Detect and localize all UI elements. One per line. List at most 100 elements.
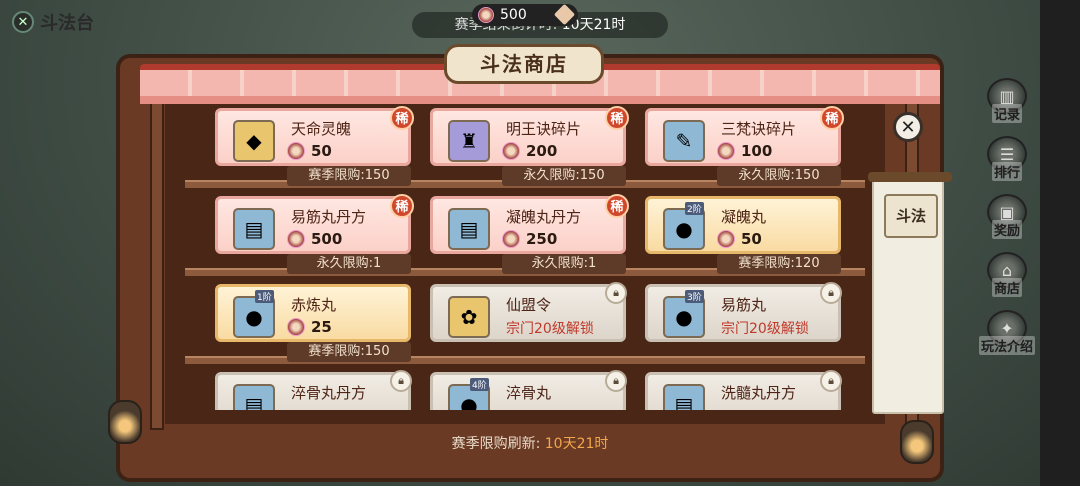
price-value: 50 [311, 142, 332, 160]
lock-icon: 🔒︎ [605, 370, 627, 392]
item-name: 淬骨丸丹方 [291, 384, 367, 402]
shop-item[interactable]: ● 3阶 易筋丸 宗门20级解锁 🔒︎ [645, 282, 842, 366]
currency-value: 500 [500, 7, 527, 23]
item-price: 200 [502, 142, 557, 160]
rare-badge: 稀 [605, 106, 629, 130]
grade-badge: 1阶 [255, 290, 274, 303]
price-value: 50 [741, 230, 762, 248]
item-price: 50 [717, 230, 762, 248]
recipe-scroll-icon: ▤ [233, 384, 275, 410]
purchase-limit: 永久限购:1 [502, 254, 626, 274]
statue-fragment-icon: ♜ [448, 120, 490, 162]
unlock-requirement: 宗门20级解锁 [506, 321, 594, 337]
menu-label: 玩法介绍 [978, 336, 1035, 355]
menu-label: 商店 [991, 278, 1022, 297]
rare-badge: 稀 [820, 106, 844, 130]
shop-item[interactable]: ● 2阶 凝魄丸 50 赛季限购:120 [645, 196, 841, 278]
shop-item[interactable]: ♜ 明王诀碎片 200 稀 永久限购:150 [430, 106, 629, 190]
item-price: 25 [287, 318, 332, 336]
close-icon: ✕ [12, 11, 34, 33]
shop-item[interactable]: ✿ 仙盟令 宗门20级解锁 🔒︎ [430, 282, 627, 366]
currency-display: 500 [472, 3, 578, 26]
shop-item[interactable]: ▤ 凝魄丸丹方 250 稀 永久限购:1 [430, 194, 629, 278]
item-name: 洗髓丸丹方 [721, 384, 797, 402]
item-price: 500 [287, 230, 342, 248]
price-value: 100 [741, 142, 773, 160]
menu-ranking[interactable]: ☰ 排行 [976, 136, 1038, 192]
menu-label: 奖励 [991, 220, 1022, 239]
shop-item[interactable]: ● 1阶 赤炼丸 25 赛季限购:150 [215, 284, 411, 366]
menu-record[interactable]: ▥ 记录 [976, 78, 1038, 134]
shop-item[interactable]: ▤ 易筋丸丹方 500 稀 永久限购:1 [215, 194, 414, 278]
menu-reward[interactable]: ▣ 奖励 [976, 194, 1038, 250]
menu-label: 排行 [991, 162, 1022, 181]
item-name: 赤炼丸 [291, 296, 337, 314]
lantern-decoration [900, 420, 934, 464]
cabinet-post-left [150, 90, 164, 430]
item-name: 易筋丸丹方 [291, 208, 367, 226]
grade-badge: 2阶 [685, 202, 704, 215]
lock-icon: 🔒︎ [820, 282, 842, 304]
refresh-value: 10天21时 [544, 436, 609, 452]
recipe-scroll-icon: ▤ [663, 384, 705, 410]
price-value: 500 [311, 230, 343, 248]
awning-trim [140, 96, 940, 104]
currency-icon [287, 230, 305, 248]
shop-title: 斗法商店 [444, 44, 604, 84]
crystal-shard-icon: ◆ [233, 120, 275, 162]
price-value: 200 [526, 142, 558, 160]
item-name: 仙盟令 [506, 296, 552, 314]
lock-icon: 🔒︎ [820, 370, 842, 392]
item-price: 50 [287, 142, 332, 160]
shop-item[interactable]: ▤ 淬骨丸丹方 [215, 372, 411, 410]
rare-badge: 稀 [390, 194, 414, 218]
screen-edge [1040, 0, 1080, 486]
currency-icon [502, 142, 520, 160]
currency-icon [287, 142, 305, 160]
side-tab-panel: 斗法 [868, 172, 952, 414]
currency-icon [717, 230, 735, 248]
item-price: 250 [502, 230, 557, 248]
tab-doufa[interactable]: 斗法 [884, 194, 938, 238]
price-value: 25 [311, 318, 332, 336]
grade-badge: 4阶 [470, 378, 489, 391]
lock-icon: 🔒︎ [605, 282, 627, 304]
item-name: 凝魄丸 [721, 208, 767, 226]
close-button[interactable]: ✕ [893, 112, 923, 142]
menu-guide[interactable]: ✦ 玩法介绍 [976, 310, 1038, 366]
purchase-limit: 永久限购:150 [717, 166, 841, 186]
scroll-fragment-icon: ✎ [663, 120, 705, 162]
unlock-requirement: 宗门20级解锁 [721, 321, 809, 337]
shop-item[interactable]: ✎ 三梵诀碎片 100 稀 永久限购:150 [645, 106, 844, 190]
recipe-scroll-icon: ▤ [233, 208, 275, 250]
item-name: 易筋丸 [721, 296, 767, 314]
shop-item[interactable]: ◆ 天命灵魄 50 稀 赛季限购:150 [215, 106, 414, 190]
rare-badge: 稀 [390, 106, 414, 130]
back-button[interactable]: ✕ 斗法台 [12, 8, 112, 36]
item-price: 100 [717, 142, 772, 160]
item-name: 淬骨丸 [506, 384, 552, 402]
purchase-limit: 永久限购:1 [287, 254, 411, 274]
menu-label: 记录 [991, 104, 1022, 123]
lantern-decoration [108, 400, 142, 444]
purchase-limit: 永久限购:150 [502, 166, 626, 186]
currency-icon [502, 230, 520, 248]
currency-icon [287, 318, 305, 336]
alliance-token-icon: ✿ [448, 296, 490, 338]
shop-item[interactable]: ● 4阶 淬骨丸 [430, 372, 626, 410]
price-value: 250 [526, 230, 558, 248]
item-name: 凝魄丸丹方 [506, 208, 582, 226]
grade-badge: 3阶 [685, 290, 704, 303]
purchase-limit: 赛季限购:150 [287, 166, 411, 186]
recipe-scroll-icon: ▤ [448, 208, 490, 250]
add-currency-icon[interactable] [553, 3, 576, 26]
item-name: 明王诀碎片 [506, 120, 582, 138]
menu-shop[interactable]: ⌂ 商店 [976, 252, 1038, 308]
purchase-limit: 赛季限购:120 [717, 254, 841, 274]
shop-item[interactable]: ▤ 洗髓丸丹方 [645, 372, 841, 410]
back-label: 斗法台 [40, 13, 94, 34]
currency-icon [478, 7, 494, 23]
item-name: 天命灵魄 [291, 120, 352, 138]
scroll-rod [868, 172, 952, 182]
refresh-timer: 赛季限购刷新: 10天21时 [400, 432, 660, 456]
